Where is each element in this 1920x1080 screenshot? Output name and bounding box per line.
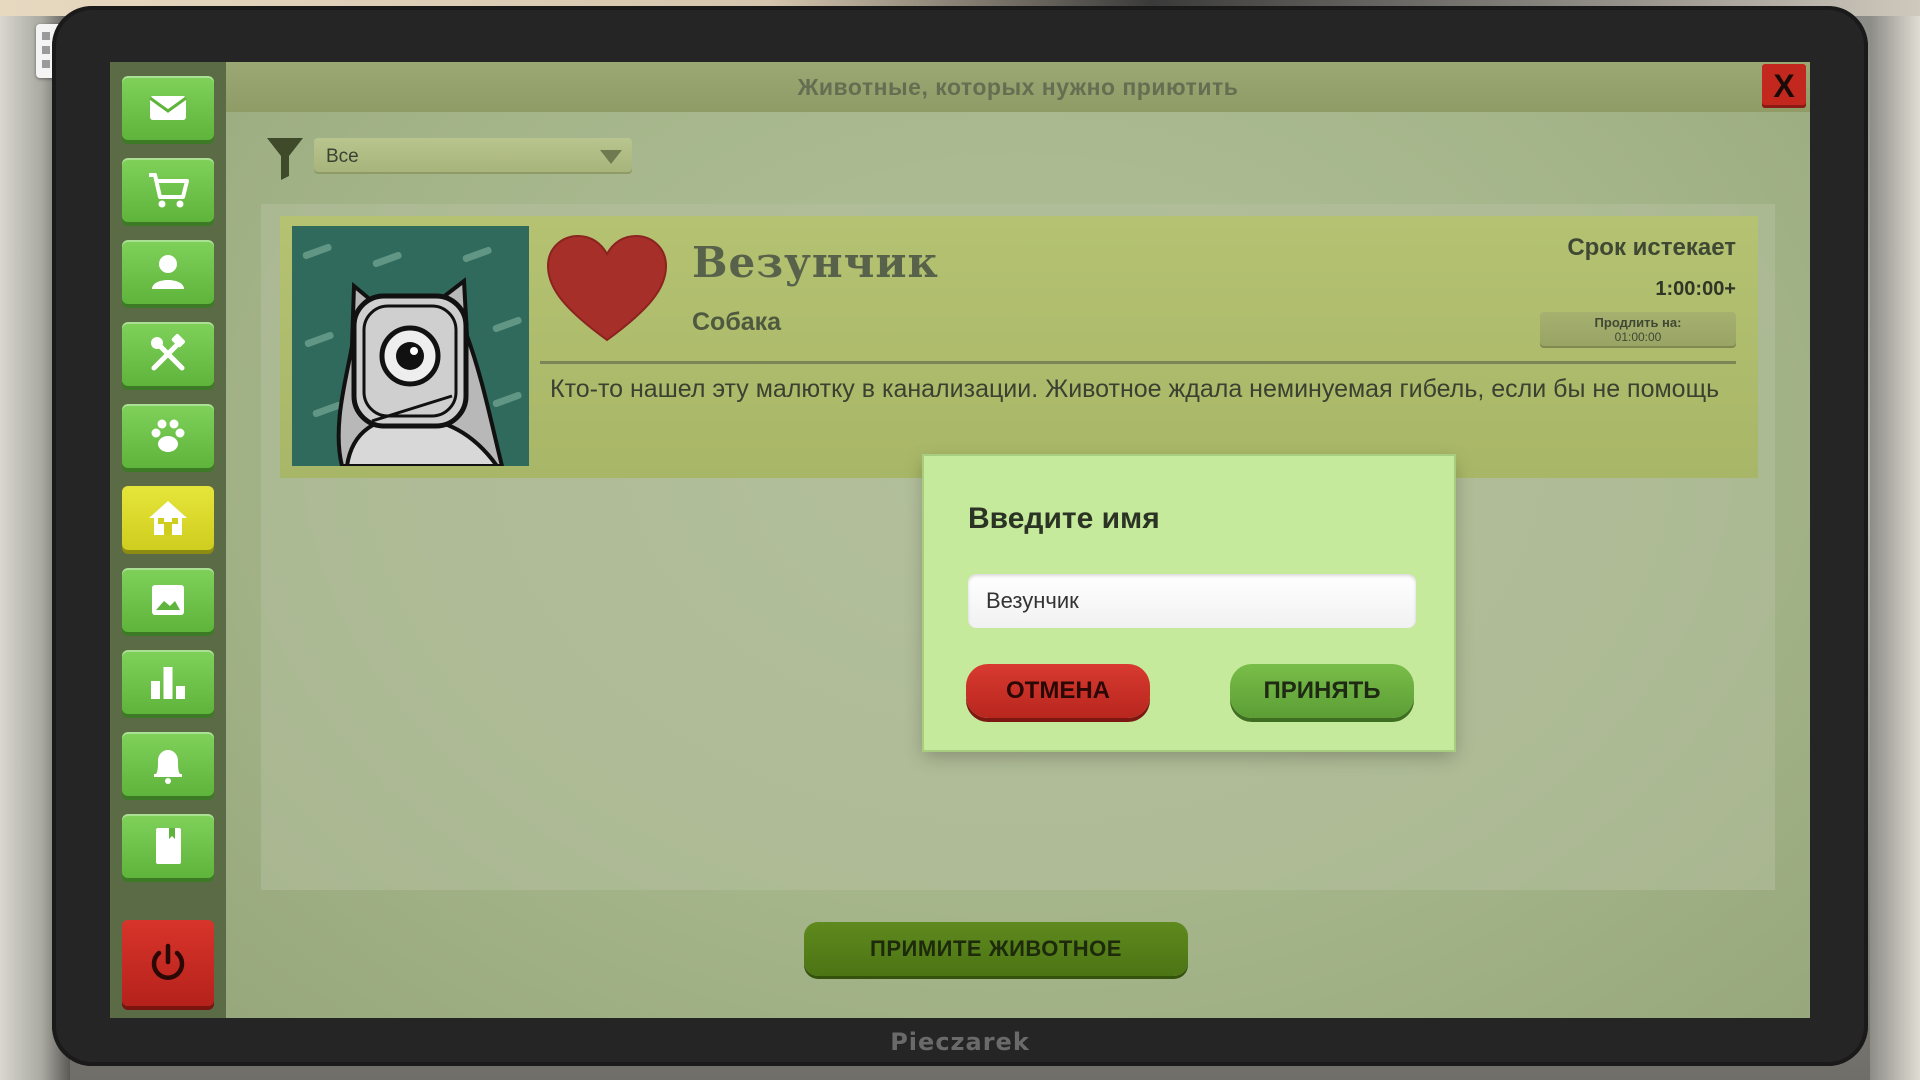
sidebar-item-tools[interactable] (122, 322, 214, 386)
filter-dropdown[interactable]: Все (314, 138, 632, 174)
chevron-down-icon (600, 150, 622, 164)
animal-card[interactable]: Везунчик Собака Срок истекает 1:00:00+ П… (280, 216, 1758, 478)
sidebar-item-gallery[interactable] (122, 568, 214, 632)
bar-chart-icon (151, 667, 185, 699)
dialog-title: Введите имя (968, 502, 1160, 535)
close-button[interactable]: X (1762, 64, 1806, 108)
filter-selected-value: Все (326, 146, 359, 167)
window-title: Животные, которых нужно приютить (797, 74, 1239, 100)
dog-drawing-image (292, 226, 529, 466)
room-background-right (1870, 0, 1920, 1080)
paw-icon (151, 419, 185, 452)
expires-time: 1:00:00+ (1655, 278, 1736, 300)
house-icon (149, 501, 187, 535)
sidebar-item-profile[interactable] (122, 240, 214, 304)
computer-screen: Животные, которых нужно приютить X Все В… (110, 62, 1810, 1018)
tools-icon (151, 334, 185, 371)
sidebar-item-animals[interactable] (122, 404, 214, 468)
envelope-icon (149, 96, 187, 120)
animal-type: Собака (692, 308, 782, 336)
sidebar (110, 62, 226, 1018)
person-icon (152, 255, 184, 289)
cancel-button[interactable]: ОТМЕНА (966, 664, 1150, 718)
name-dialog: Введите имя ОТМЕНА ПРИНЯТЬ (924, 456, 1454, 750)
accept-button[interactable]: ПРИНЯТЬ (1230, 664, 1414, 718)
sidebar-item-stats[interactable] (122, 650, 214, 714)
filter-icon (267, 138, 303, 180)
adoption-window: Животные, которых нужно приютить X Все В… (226, 62, 1810, 1018)
extend-button[interactable]: Продлить на: 01:00:00 (1540, 312, 1736, 348)
image-icon (152, 585, 184, 615)
animal-description: Кто-то нашел эту малютку в канализации. … (550, 375, 1720, 403)
sidebar-item-power[interactable] (122, 920, 214, 1006)
bell-icon (154, 750, 182, 784)
cart-icon (149, 173, 189, 208)
expires-label: Срок истекает (1567, 234, 1736, 261)
name-input[interactable] (968, 574, 1416, 628)
monitor-brand: Pieczarek (890, 1028, 1030, 1056)
sidebar-item-mail[interactable] (122, 76, 214, 140)
heart-icon[interactable] (546, 234, 668, 344)
window-titlebar: Животные, которых нужно приютить X (226, 62, 1810, 112)
power-icon (151, 943, 185, 980)
extend-button-time: 01:00:00 (1614, 330, 1662, 344)
book-icon (156, 828, 181, 864)
card-divider (540, 361, 1736, 364)
animal-name: Везунчик (692, 238, 939, 287)
accept-animal-button[interactable]: ПРИМИТЕ ЖИВОТНОЕ (804, 922, 1188, 976)
extend-button-label: Продлить на: (1594, 315, 1682, 330)
sidebar-item-adoption[interactable] (122, 486, 214, 550)
animal-photo (292, 226, 529, 466)
sidebar-item-notifications[interactable] (122, 732, 214, 796)
sidebar-item-shop[interactable] (122, 158, 214, 222)
sidebar-item-journal[interactable] (122, 814, 214, 878)
